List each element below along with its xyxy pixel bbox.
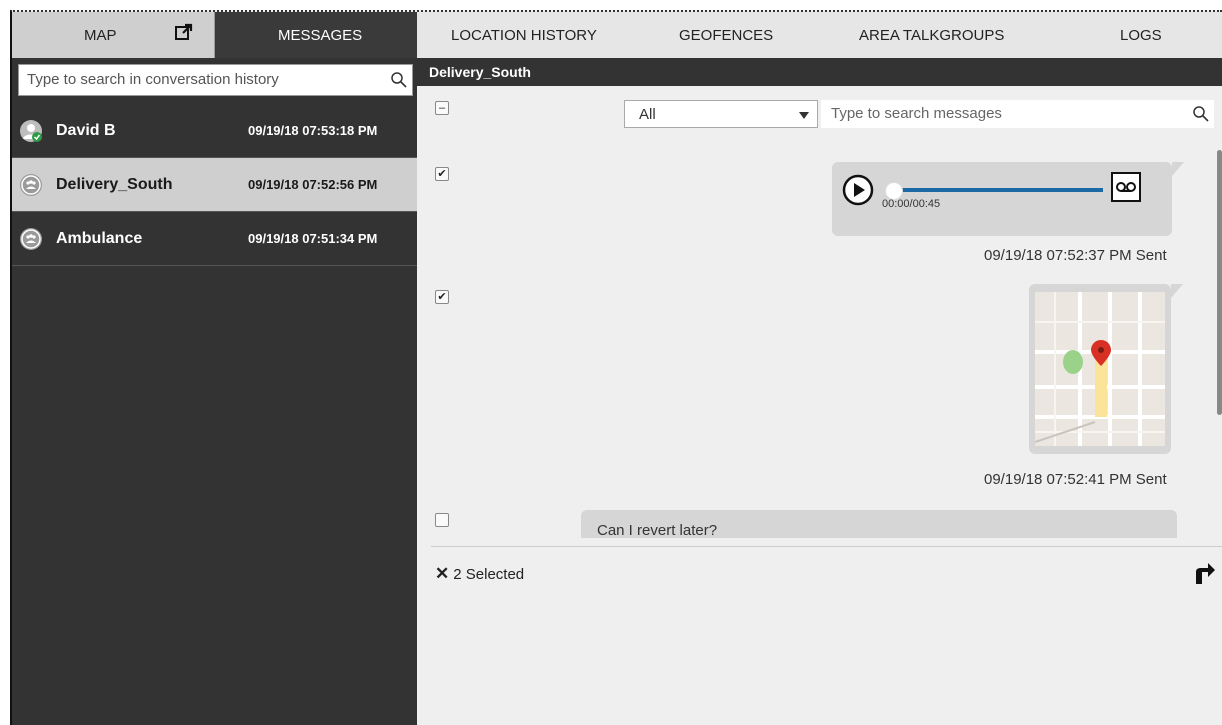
scrollbar[interactable] [1217, 150, 1222, 415]
tab-map-label: MAP [84, 27, 117, 44]
tab-messages-label: MESSAGES [278, 27, 363, 44]
message-text: Can I revert later? [597, 522, 718, 538]
message-checkbox[interactable]: ✔ [435, 167, 449, 181]
map-thumbnail[interactable] [1035, 292, 1165, 446]
text-message-bubble[interactable]: Can I revert later? [581, 510, 1177, 538]
tab-area-talkgroups[interactable]: AREA TALKGROUPS [859, 27, 1004, 44]
message-checkbox[interactable]: ✔ [435, 290, 449, 304]
message-status: 09/19/18 07:52:41 PM Sent [984, 471, 1167, 488]
conversation-search [18, 64, 413, 96]
location-message-bubble[interactable] [1029, 284, 1171, 454]
selected-count: 2 Selected [453, 566, 525, 583]
close-icon[interactable]: ✕ [435, 564, 449, 583]
conversation-item-delivery-south[interactable]: Delivery_South 09/19/18 07:52:56 PM [12, 158, 417, 212]
chevron-down-icon [799, 112, 809, 119]
conversation-item-ambulance[interactable]: Ambulance 09/19/18 07:51:34 PM [12, 212, 417, 266]
message-filter-select[interactable]: All [624, 100, 818, 128]
message-checkbox[interactable] [435, 513, 449, 527]
app-frame: MAP MESSAGES LOCATION HISTORY GEOFENCES … [10, 10, 1222, 725]
divider [431, 546, 1222, 547]
message-search [821, 100, 1214, 128]
message-panel: Delivery_South – All ✔ 00:00/00:45 [417, 58, 1222, 725]
conversation-name: Ambulance [56, 230, 143, 247]
group-avatar-icon [20, 228, 42, 250]
tab-map[interactable]: MAP [12, 12, 215, 58]
bubble-tail [1172, 162, 1184, 176]
selection-bar: ✕ 2 Selected [435, 564, 524, 584]
external-link-icon[interactable] [175, 23, 193, 41]
conversation-item-david-b[interactable]: David B 09/19/18 07:53:18 PM [12, 104, 417, 158]
conversation-header: Delivery_South [417, 58, 1222, 86]
tab-messages[interactable]: MESSAGES [215, 12, 417, 58]
search-icon[interactable] [1192, 105, 1210, 123]
select-all-checkbox[interactable]: – [435, 101, 449, 115]
tab-location-history[interactable]: LOCATION HISTORY [451, 27, 597, 44]
audio-progress-bar[interactable] [887, 188, 1103, 192]
group-avatar-icon [20, 174, 42, 196]
tab-logs[interactable]: LOGS [1120, 27, 1162, 44]
tabs-right: LOCATION HISTORY GEOFENCES AREA TALKGROU… [417, 12, 1222, 58]
forward-icon[interactable] [1194, 560, 1216, 586]
conversation-time: 09/19/18 07:53:18 PM [248, 123, 378, 138]
conversation-time: 09/19/18 07:52:56 PM [248, 177, 378, 192]
conversation-name: Delivery_South [56, 176, 173, 193]
bubble-tail [1171, 284, 1183, 298]
voicemail-icon [1111, 172, 1141, 202]
conversation-name: David B [56, 122, 116, 139]
play-icon[interactable] [842, 174, 874, 206]
tabs-left: MAP MESSAGES [12, 12, 417, 58]
conversation-search-input[interactable] [25, 70, 379, 89]
audio-duration: 00:00/00:45 [882, 198, 941, 210]
message-search-input[interactable] [829, 104, 1183, 123]
voice-message-bubble: 00:00/00:45 [832, 162, 1172, 236]
user-avatar-icon [20, 120, 42, 142]
conversation-time: 09/19/18 07:51:34 PM [248, 231, 378, 246]
text-message-clip: Can I revert later? [581, 510, 1181, 538]
tab-geofences[interactable]: GEOFENCES [679, 27, 773, 44]
conversation-panel: David B 09/19/18 07:53:18 PM Delivery_So… [12, 58, 417, 725]
message-status: 09/19/18 07:52:37 PM Sent [984, 247, 1167, 264]
conversation-header-title: Delivery_South [429, 64, 531, 80]
search-icon[interactable] [390, 71, 408, 89]
filter-selected-value: All [639, 106, 656, 123]
